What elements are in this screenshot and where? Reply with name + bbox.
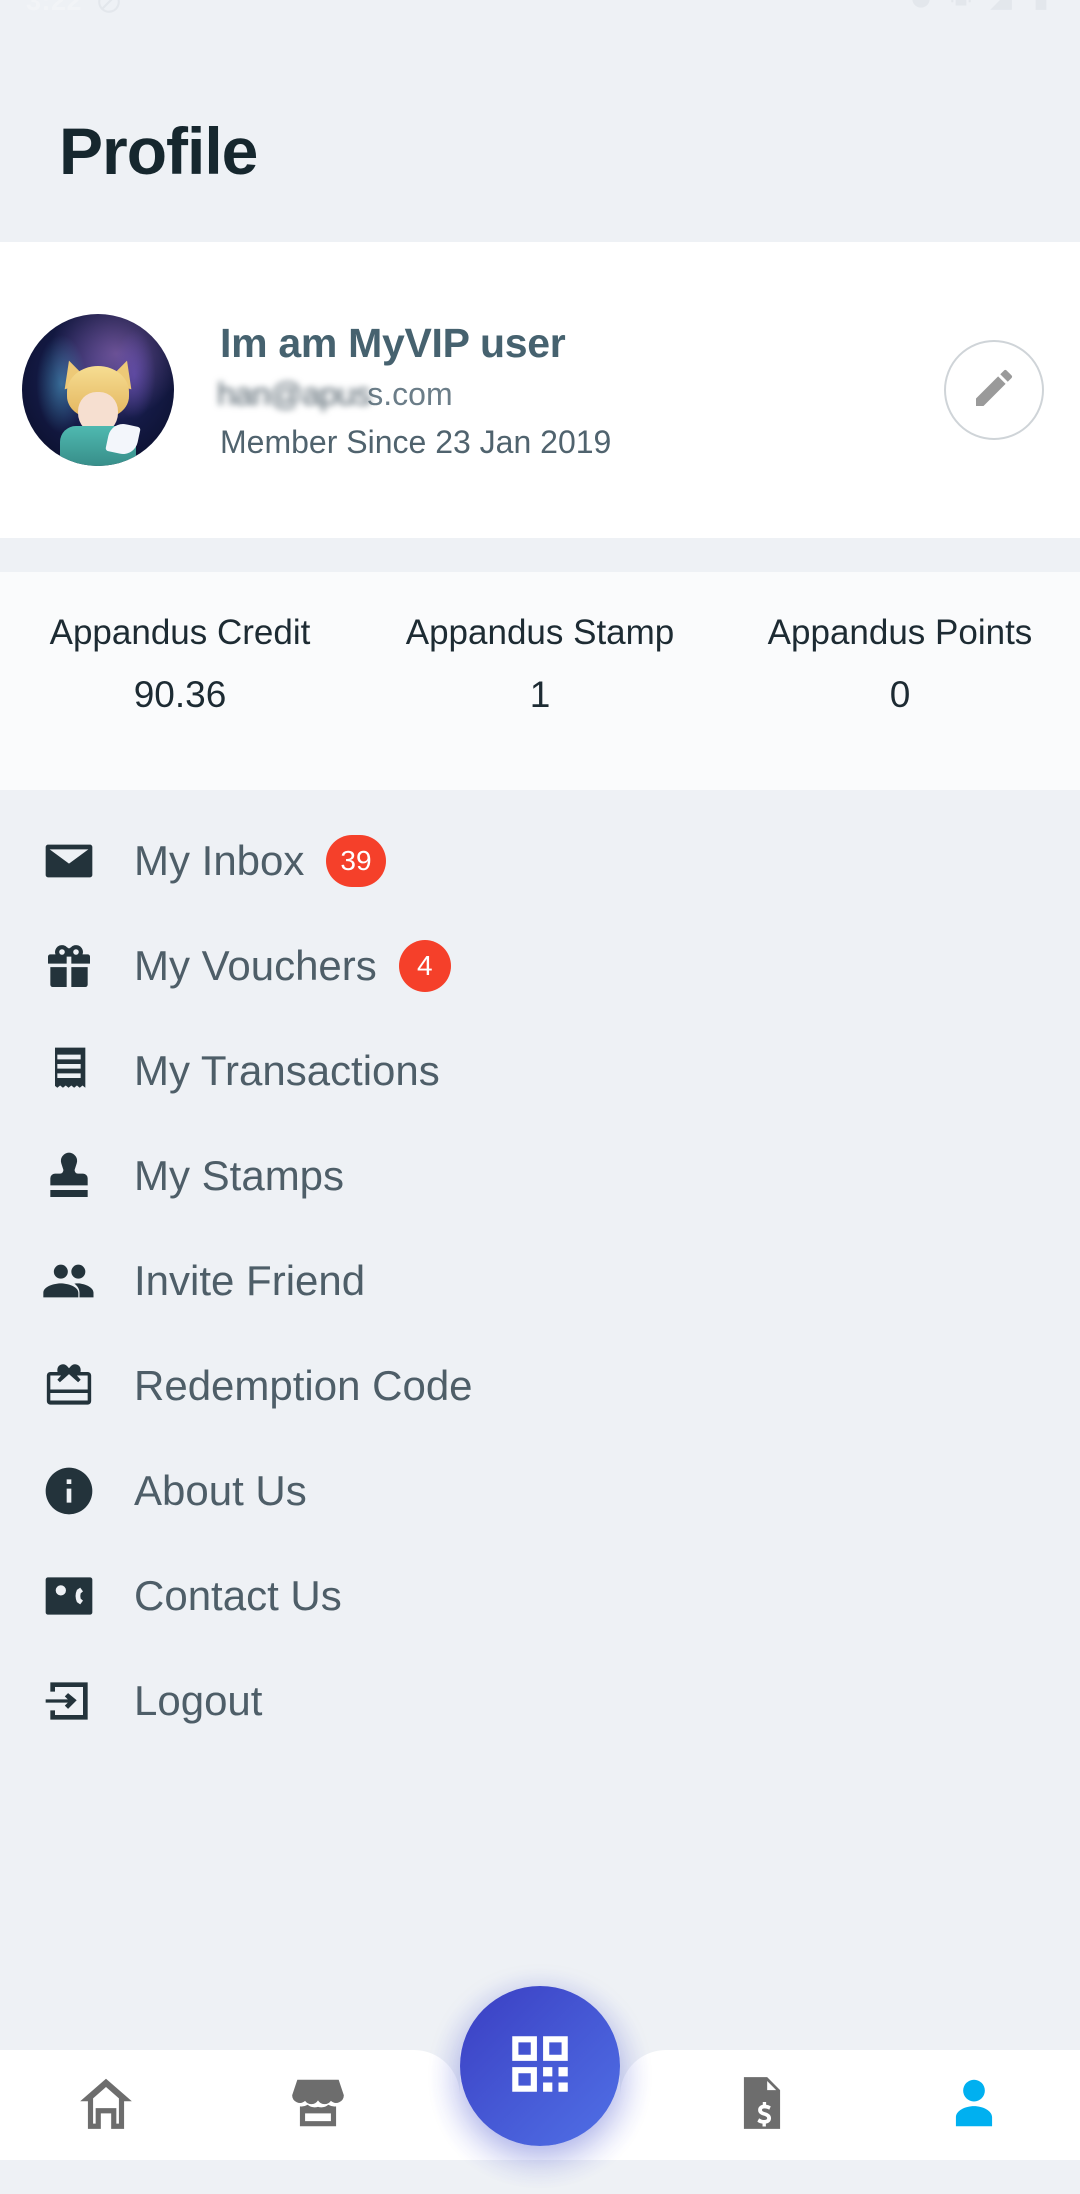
mute-icon (96, 0, 122, 15)
member-since-label: Member Since 23 Jan 2019 (220, 423, 612, 460)
pencil-icon (970, 364, 1018, 417)
status-bar-left: 3:22 (26, 0, 122, 17)
menu-item-invite-friend[interactable]: Invite Friend (38, 1228, 1080, 1333)
menu-item-label: Contact Us (134, 1571, 342, 1619)
exit-icon (38, 1670, 100, 1732)
menu-item-about-us[interactable]: About Us (38, 1438, 1080, 1543)
stat-value: 90.36 (133, 674, 227, 715)
stat-label: Appandus Credit (49, 613, 311, 652)
badge-count: 39 (326, 834, 386, 887)
stats-card: Appandus Credit 90.36 Appandus Stamp 1 A… (0, 572, 1080, 790)
bottom-navigation (0, 1950, 1080, 2194)
nav-item-invoice[interactable] (656, 2072, 868, 2139)
menu-item-redemption-code[interactable]: Redemption Code (38, 1333, 1080, 1438)
store-icon (287, 2072, 349, 2139)
page-title: Profile (59, 114, 258, 188)
menu-item-label: My Vouchers (134, 941, 377, 989)
qr-code-icon (503, 2027, 577, 2106)
menu-item-label: My Stamps (134, 1151, 345, 1199)
people-icon (38, 1250, 100, 1312)
qr-scan-button[interactable] (460, 1986, 620, 2146)
profile-email-redacted: han@apus (217, 376, 371, 413)
stat-appandus-credit[interactable]: Appandus Credit 90.36 (0, 612, 360, 790)
envelope-icon (38, 830, 100, 892)
menu-item-label: Logout (134, 1676, 263, 1724)
vibrate-icon (948, 0, 974, 12)
battery-icon (1028, 0, 1054, 12)
menu-item-label: My Transactions (134, 1046, 440, 1094)
menu-item-label: Invite Friend (134, 1256, 366, 1304)
stat-label: Appandus Stamp (405, 613, 675, 652)
menu-item-my-inbox[interactable]: My Inbox 39 (38, 808, 1080, 913)
receipt-icon (38, 1040, 100, 1102)
page-header: Profile (0, 34, 1080, 242)
menu-item-my-stamps[interactable]: My Stamps (38, 1123, 1080, 1228)
person-icon (943, 2072, 1005, 2139)
profile-email: han@apus s.com (217, 376, 944, 413)
nav-item-home[interactable] (0, 2072, 212, 2139)
stat-label: Appandus Points (767, 613, 1033, 652)
profile-menu: My Inbox 39 My Vouchers 4 My Transaction… (0, 808, 1080, 1753)
menu-item-label: About Us (134, 1466, 307, 1514)
invoice-dollar-icon (731, 2072, 793, 2139)
menu-item-my-vouchers[interactable]: My Vouchers 4 (38, 913, 1080, 1018)
status-bar-right (908, 0, 1054, 12)
avatar[interactable] (22, 314, 174, 466)
profile-info: Im am MyVIP user han@apus s.com Member S… (174, 320, 944, 460)
nav-item-store[interactable] (212, 2072, 424, 2139)
contact-phone-icon (38, 1565, 100, 1627)
stat-appandus-stamp[interactable]: Appandus Stamp 1 (360, 612, 720, 790)
menu-item-label: My Inbox (134, 836, 305, 884)
card-divider (0, 538, 1080, 572)
stat-value: 1 (529, 674, 551, 715)
profile-name: Im am MyVIP user (220, 320, 566, 367)
edit-profile-button[interactable] (944, 340, 1044, 440)
signal-icon (988, 0, 1014, 12)
gift-card-icon (38, 1355, 100, 1417)
menu-item-contact-us[interactable]: Contact Us (38, 1543, 1080, 1648)
info-circle-icon (38, 1460, 100, 1522)
stat-appandus-points[interactable]: Appandus Points 0 (720, 612, 1080, 790)
menu-item-label: Redemption Code (134, 1361, 473, 1409)
profile-card: Im am MyVIP user han@apus s.com Member S… (0, 242, 1080, 538)
avatar-character (52, 356, 144, 466)
home-icon (75, 2072, 137, 2139)
badge-count: 4 (398, 939, 451, 992)
gift-icon (38, 935, 100, 997)
status-bar-clock: 3:22 (26, 0, 83, 16)
stamp-icon (38, 1145, 100, 1207)
stat-value: 0 (889, 674, 911, 715)
status-bar: 3:22 (0, 0, 1080, 34)
alarm-icon (908, 0, 934, 12)
menu-item-my-transactions[interactable]: My Transactions (38, 1018, 1080, 1123)
nav-item-profile[interactable] (868, 2072, 1080, 2139)
menu-item-logout[interactable]: Logout (38, 1648, 1080, 1753)
profile-email-tail: s.com (367, 376, 453, 413)
